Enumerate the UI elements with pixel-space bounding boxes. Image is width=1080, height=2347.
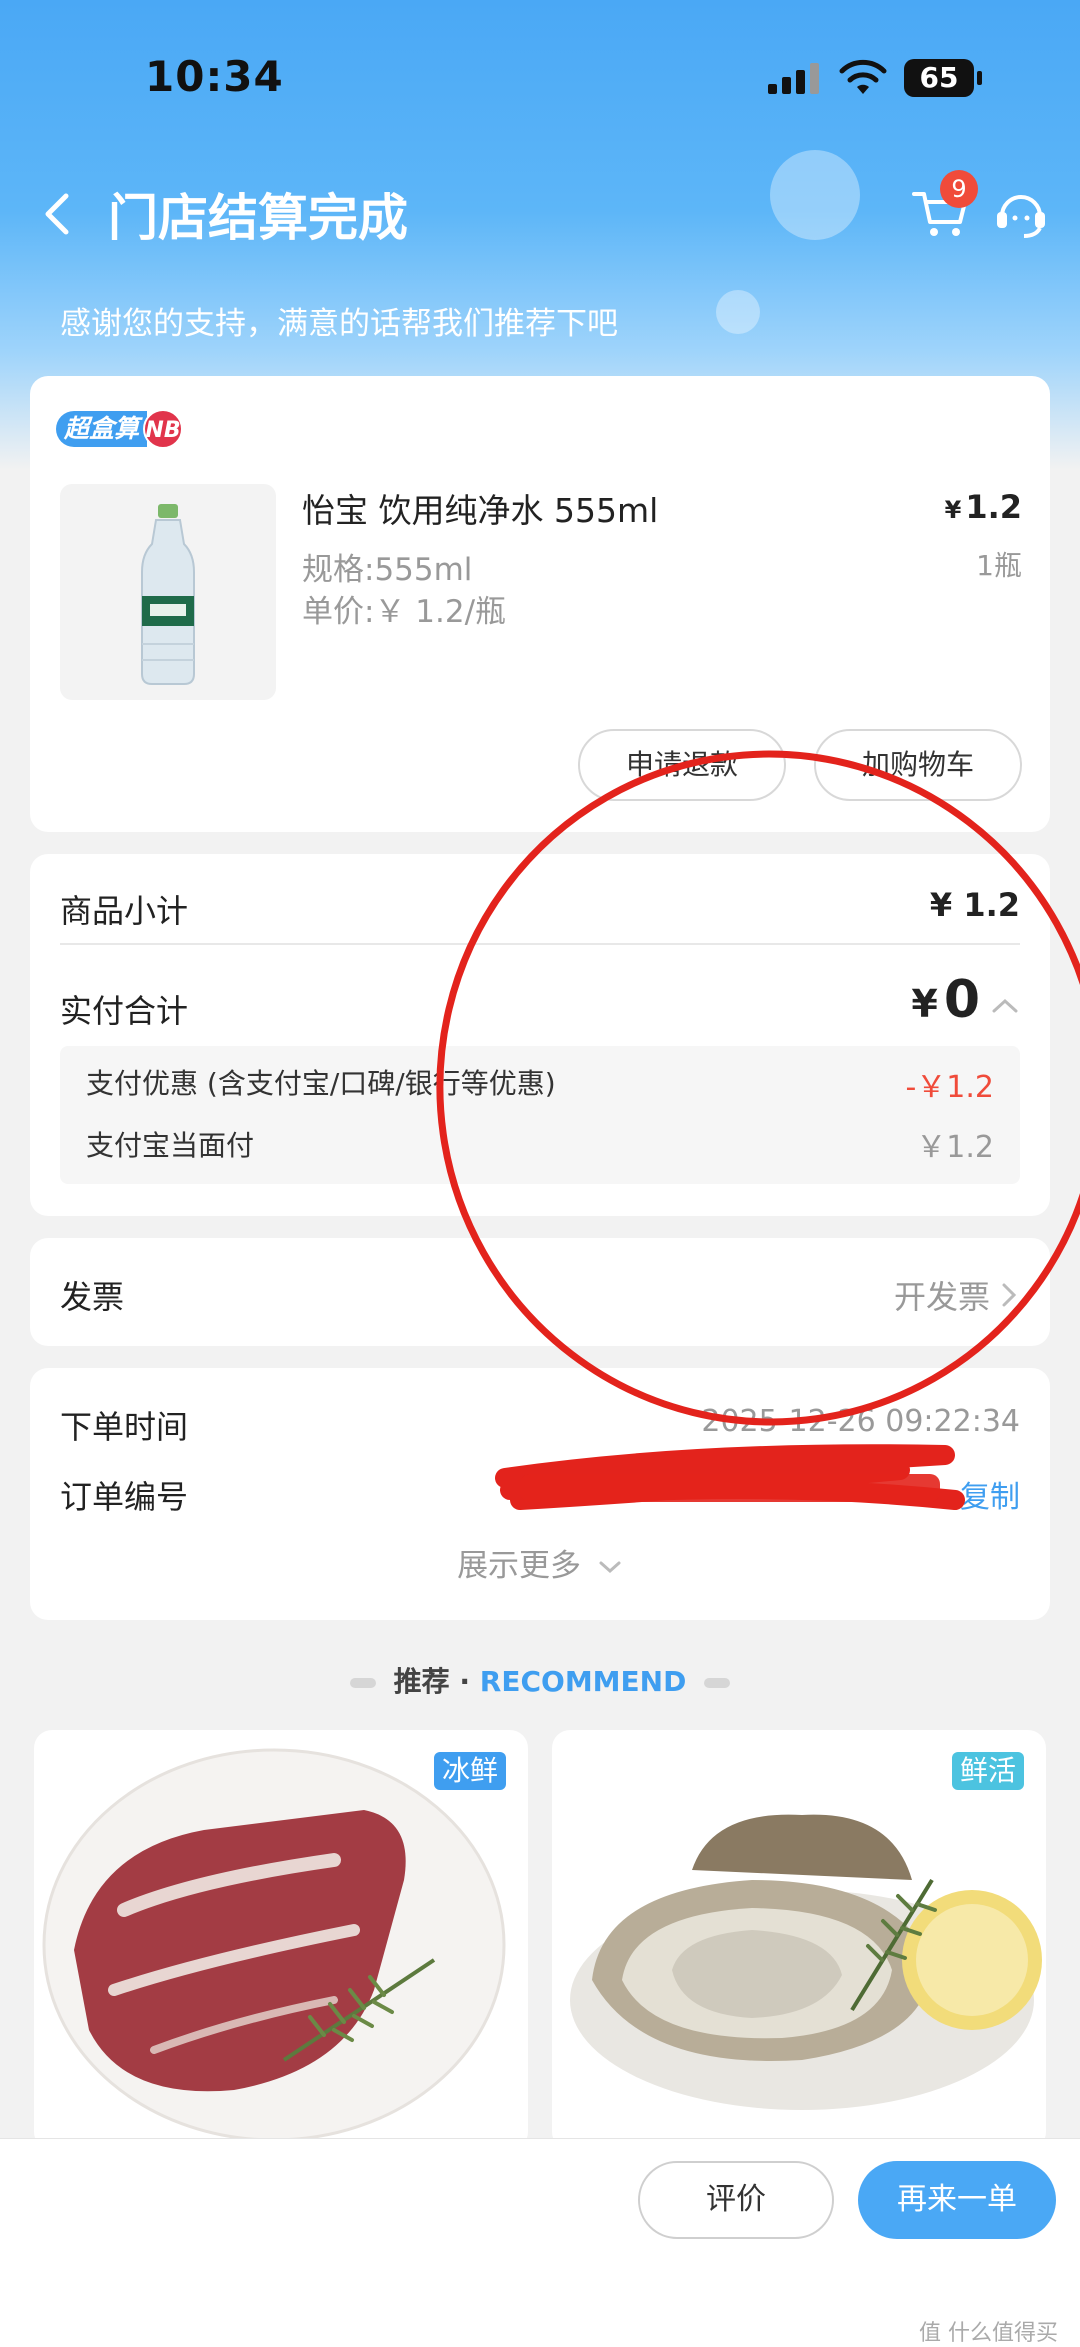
bottom-action-bar: 评价 再来一单 值 什么值得买: [0, 2138, 1080, 2347]
order-time-label: 下单时间: [60, 1408, 189, 1446]
reorder-button[interactable]: 再来一单: [858, 2161, 1056, 2239]
decor-bubble: [716, 290, 760, 334]
invoice-row[interactable]: 发票 开发票: [30, 1238, 1050, 1346]
battery-indicator: 65: [904, 59, 982, 97]
cellular-signal-icon: [768, 63, 819, 94]
product-name: 怡宝 饮用纯净水 555ml: [302, 491, 659, 530]
payment-detail-box: 支付优惠 (含支付宝/口碑/银行等优惠) -￥1.2 支付宝当面付 ￥1.2: [60, 1046, 1020, 1184]
payment-summary-card: 商品小计 ¥ 1.2 实付合计 ¥ 0 支付优惠 (含支付宝/口碑/银行等优惠)…: [30, 854, 1050, 1216]
decor-dots: [704, 1678, 731, 1688]
product-spec: 规格:555ml: [302, 552, 473, 588]
refund-button[interactable]: 申请退款: [578, 729, 786, 801]
review-button[interactable]: 评价: [638, 2161, 834, 2239]
brand-badge: NB: [143, 409, 184, 449]
recommend-title-en: RECOMMEND: [479, 1665, 687, 1698]
recommend-item[interactable]: 鲜活: [552, 1730, 1046, 2150]
brand-tag-label: 超盒算: [56, 411, 148, 447]
watermark: 值 什么值得买: [919, 2321, 1058, 2346]
status-time: 10:34: [145, 52, 284, 101]
discount-label: 支付优惠 (含支付宝/口碑/银行等优惠): [86, 1067, 556, 1100]
recommend-tag: 鲜活: [951, 1752, 1024, 1790]
total-amount: 0: [943, 970, 980, 1030]
invoice-action-label: 开发票: [893, 1278, 990, 1316]
chevron-down-icon: [599, 1561, 621, 1574]
recommend-tag: 冰鲜: [433, 1752, 506, 1790]
product-price: ¥1.2: [945, 488, 1022, 526]
alipay-label: 支付宝当面付: [86, 1129, 255, 1162]
order-item-card: 超盒算 NB 怡宝 饮用纯净水 555ml 规格:555ml 单价:￥ 1.2/…: [30, 376, 1050, 832]
back-icon[interactable]: [36, 184, 80, 244]
brand-tag: 超盒算 NB: [56, 409, 184, 449]
order-info-card: 下单时间 2025-12-26 09:22:34 订单编号 复制 展示更多: [30, 1368, 1050, 1620]
total-label: 实付合计: [60, 992, 189, 1030]
show-more-button[interactable]: 展示更多: [30, 1540, 1050, 1585]
alipay-value: ￥1.2: [916, 1130, 994, 1165]
subtotal-label: 商品小计: [60, 892, 189, 930]
oyster-image: [570, 1814, 1042, 2110]
thanks-message: 感谢您的支持，满意的话帮我们推荐下吧: [60, 306, 618, 342]
recommend-item[interactable]: 冰鲜: [34, 1730, 528, 2150]
cart-count-badge: 9: [940, 170, 978, 208]
currency-symbol: ¥: [944, 496, 962, 524]
decor-dots: [349, 1678, 376, 1688]
total-value[interactable]: ¥ 0: [911, 970, 1020, 1030]
recommend-title: 推荐 · RECOMMEND: [0, 1660, 1080, 1700]
product-unit-price: 单价:￥ 1.2/瓶: [302, 594, 507, 630]
navigation-bar: 门店结算完成 9: [0, 160, 1080, 270]
divider: [60, 943, 1020, 945]
recommend-title-cn: 推荐 ·: [393, 1665, 480, 1698]
water-bottle-icon: [141, 504, 195, 685]
order-time-value: 2025-12-26 09:22:34: [701, 1404, 1020, 1439]
currency-symbol: ¥: [911, 982, 938, 1026]
product-quantity: 1瓶: [976, 549, 1022, 582]
invoice-label: 发票: [60, 1278, 125, 1316]
discount-value: -￥1.2: [905, 1070, 994, 1105]
status-bar: 10:34 65: [0, 0, 1080, 160]
invoice-action[interactable]: 开发票: [894, 1272, 1020, 1318]
order-number-label: 订单编号: [60, 1478, 189, 1516]
add-to-cart-button[interactable]: 加购物车: [814, 729, 1022, 801]
product-image[interactable]: [60, 484, 276, 700]
subtotal-value: ¥ 1.2: [929, 886, 1020, 924]
chevron-right-icon: [1002, 1283, 1017, 1307]
chevron-up-icon: [992, 998, 1018, 1013]
show-more-label: 展示更多: [457, 1548, 582, 1584]
page-title: 门店结算完成: [108, 189, 408, 247]
wifi-icon: [839, 59, 887, 94]
product-price-value: 1.2: [965, 488, 1022, 526]
beef-ribs-image: [42, 1748, 506, 2142]
copy-button[interactable]: 复制: [960, 1472, 1020, 1516]
customer-service-icon[interactable]: [992, 184, 1050, 242]
